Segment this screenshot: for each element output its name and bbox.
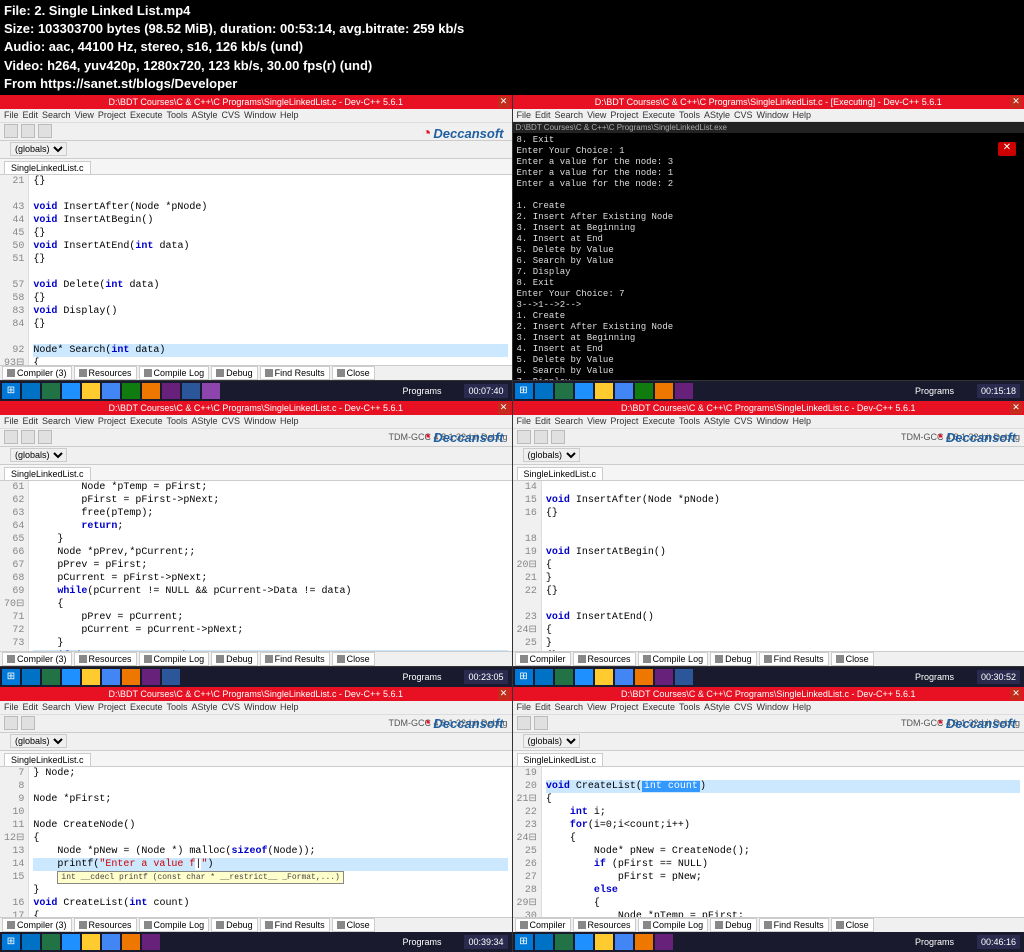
ie-icon[interactable] [62, 383, 80, 399]
code-editor[interactable]: 214344455051575883849293⊟9495969798⊟99 {… [0, 175, 512, 365]
menu-search[interactable]: Search [42, 110, 71, 120]
console-title: D:\BDT Courses\C & C++\C Programs\Single… [513, 122, 1024, 133]
pane-6: ⊞Programs00:30:52 D:\BDT Courses\C & C++… [513, 667, 1024, 952]
titlebar[interactable]: D:\BDT Courses\C & C++\C Programs\Single… [0, 401, 512, 415]
titlebar[interactable]: D:\BDT Courses\C & C++\C Programs\Single… [0, 95, 512, 109]
toolbar-secondary: (globals) [0, 141, 512, 159]
vs-icon[interactable] [162, 383, 180, 399]
save-icon[interactable] [38, 124, 52, 138]
pane-2: D:\BDT Courses\C & C++\C Programs\Single… [513, 95, 1024, 380]
menu-project[interactable]: Project [98, 110, 126, 120]
menubar: FileEditSearchViewProjectExecuteToolsASt… [513, 109, 1024, 122]
file-tabs: SingleLinkedList.c [0, 159, 512, 175]
open-icon[interactable] [21, 124, 35, 138]
deccansoft-logo: Deccansoft [422, 125, 504, 143]
resources-tab[interactable]: Resources [74, 366, 137, 380]
compiler-tab[interactable]: Compiler (3) [2, 366, 72, 380]
code-content[interactable]: {} void InsertAfter(Node *pNode) void In… [29, 175, 511, 365]
code-editor[interactable]: 192021⊟222324⊟2526272829⊟303132333435363… [513, 767, 1024, 917]
close-icon[interactable]: ✕ [498, 96, 510, 108]
deccansoft-logo: Deccansoft [934, 715, 1016, 733]
file-info-header: File: 2. Single Linked List.mp4 Size: 10… [0, 0, 1024, 95]
deccansoft-logo: Deccansoft [422, 429, 504, 447]
menu-file[interactable]: File [4, 110, 19, 120]
close-tab[interactable]: Close [332, 366, 375, 380]
scope-select[interactable]: (globals) [10, 142, 67, 156]
header-file: File: 2. Single Linked List.mp4 [4, 2, 1020, 20]
menubar: File Edit Search View Project Execute To… [0, 109, 512, 123]
pane-4: ⊞ Programs 00:15:18 D:\BDT Courses\C & C… [513, 381, 1024, 666]
code-editor[interactable]: 789101112⊟131415161718⊟19202122⊟232425 }… [0, 767, 512, 917]
intellisense-hint: int __cdecl printf (const char * __restr… [57, 871, 343, 884]
taskbar-programs[interactable]: Programs [402, 386, 441, 396]
vs-icon[interactable] [202, 383, 220, 399]
pane-1: D:\BDT Courses\C & C++\C Programs\Single… [0, 95, 512, 380]
explorer-icon[interactable] [82, 383, 100, 399]
output-tabs: Compiler (3) Resources Compile Log Debug… [0, 365, 512, 380]
deccansoft-logo: Deccansoft [422, 715, 504, 733]
menu-help[interactable]: Help [280, 110, 299, 120]
file-tab[interactable]: SingleLinkedList.c [4, 161, 91, 174]
word-icon[interactable] [182, 383, 200, 399]
console-output[interactable]: 8. Exit Enter Your Choice: 1 Enter a val… [513, 133, 1024, 380]
line-gutter: 214344455051575883849293⊟9495969798⊟99 [0, 175, 29, 365]
close-icon[interactable]: ✕ [1010, 96, 1022, 108]
header-size: Size: 103303700 bytes (98.52 MiB), durat… [4, 20, 1020, 38]
header-audio: Audio: aac, 44100 Hz, stereo, s16, 126 k… [4, 38, 1020, 56]
compilelog-tab[interactable]: Compile Log [139, 366, 210, 380]
menu-view[interactable]: View [75, 110, 94, 120]
header-video: Video: h264, yuv420p, 1280x720, 123 kb/s… [4, 57, 1020, 75]
menu-cvs[interactable]: CVS [222, 110, 241, 120]
menu-tools[interactable]: Tools [166, 110, 187, 120]
menu-execute[interactable]: Execute [130, 110, 163, 120]
titlebar[interactable]: D:\BDT Courses\C & C++\C Programs\Single… [513, 95, 1024, 109]
code-editor[interactable]: 61626364656667686970⊟7172737475⊟76777879… [0, 481, 512, 651]
menu-window[interactable]: Window [244, 110, 276, 120]
taskbar[interactable]: ⊞ Programs 00:15:18 [513, 381, 1024, 401]
pane-5: ⊞Programs00:23:05 D:\BDT Courses\C & C++… [0, 667, 512, 952]
header-from: From https://sanet.st/blogs/Developer [4, 75, 1020, 93]
close-icon[interactable]: ✕ [498, 402, 510, 414]
deccansoft-logo: Deccansoft [934, 429, 1016, 447]
findresults-tab[interactable]: Find Results [260, 366, 330, 380]
new-icon[interactable] [4, 124, 18, 138]
code-editor[interactable]: 141516181920⊟21222324⊟25262728⊟29303132 … [513, 481, 1024, 651]
outlook-icon[interactable] [22, 383, 40, 399]
video-grid: D:\BDT Courses\C & C++\C Programs\Single… [0, 95, 1024, 952]
excel-icon[interactable] [42, 383, 60, 399]
start-icon[interactable]: ⊞ [2, 383, 20, 399]
console-close-icon[interactable]: ✕ [998, 142, 1016, 156]
chrome-icon[interactable] [102, 383, 120, 399]
onenote-icon[interactable] [122, 383, 140, 399]
menu-edit[interactable]: Edit [23, 110, 39, 120]
debug-tab[interactable]: Debug [211, 366, 258, 380]
taskbar-time: 00:07:40 [464, 384, 507, 398]
taskbar[interactable]: ⊞ Programs 00:07:40 [0, 381, 512, 401]
firefox-icon[interactable] [142, 383, 160, 399]
menu-astyle[interactable]: AStyle [191, 110, 217, 120]
pane-3: ⊞ Programs 00:07:40 D:\BDT Courses\C & C… [0, 381, 512, 666]
